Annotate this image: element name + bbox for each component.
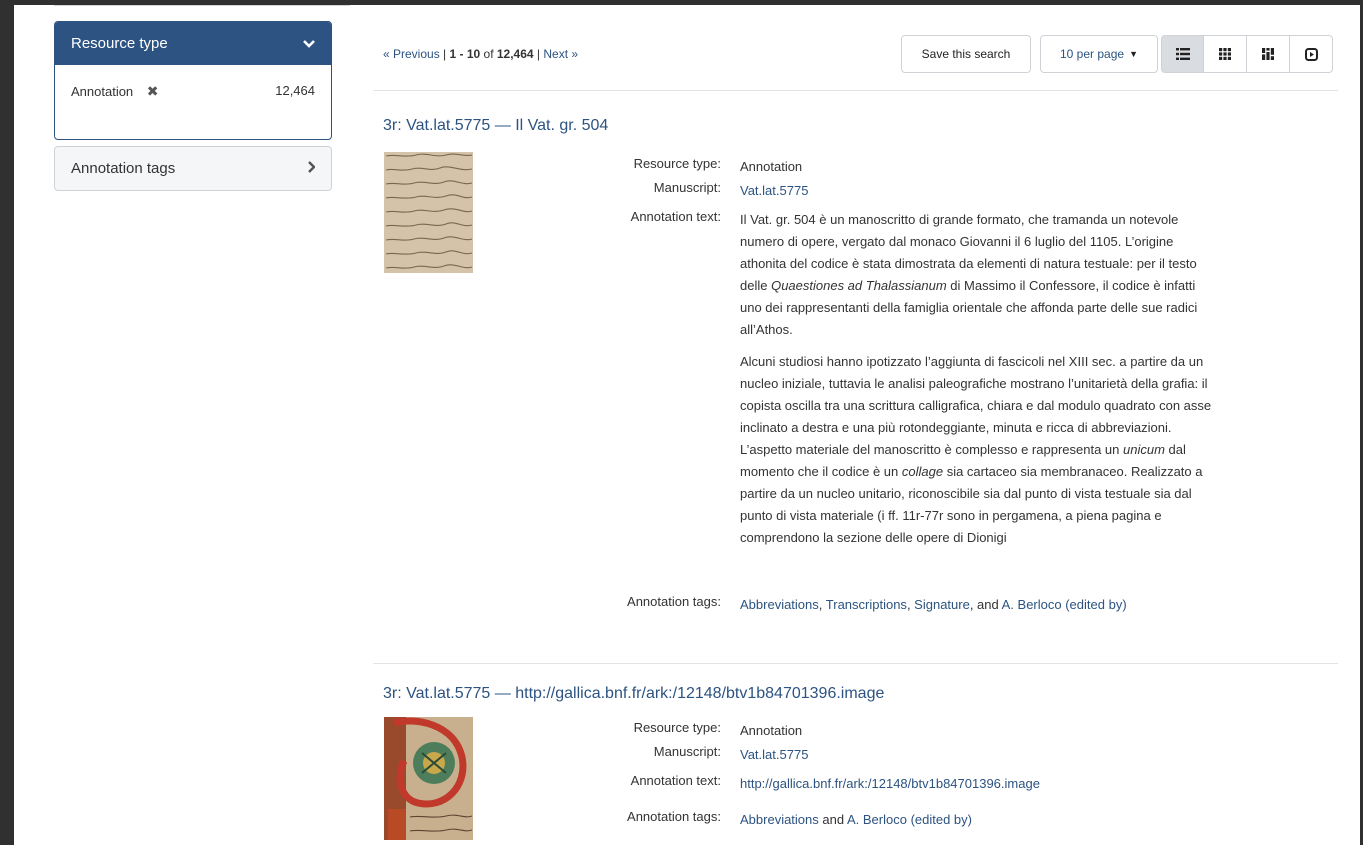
- annotation-text-emphasis: unicum: [1123, 442, 1165, 457]
- label-resource-type: Resource type:: [633, 156, 721, 171]
- window-frame-left: [0, 0, 14, 845]
- facet-item-label: Annotation: [71, 84, 134, 99]
- list-view-button[interactable]: [1161, 35, 1204, 73]
- result-metadata: Resource type: Annotation Manuscript: Va…: [373, 156, 1253, 616]
- label-resource-type: Resource type:: [633, 720, 721, 735]
- facet-annotation-tags: Annotation tags: [54, 146, 332, 191]
- total-count: 12,464: [496, 47, 534, 61]
- result-title-link[interactable]: 3r: Vat.lat.5775 — http://gallica.bnf.fr…: [383, 685, 884, 703]
- facet-item-count: 12,464: [275, 83, 315, 98]
- masonry-view-button[interactable]: [1247, 35, 1290, 73]
- label-manuscript: Manuscript:: [653, 744, 721, 759]
- pager-separator: |: [439, 47, 450, 61]
- slideshow-view-button[interactable]: [1290, 35, 1333, 73]
- remove-filter-icon[interactable]: ✖: [147, 83, 159, 99]
- result-metadata: Resource type: Annotation Manuscript: Va…: [373, 720, 1253, 831]
- tag-link[interactable]: A. Berloco (edited by): [1002, 597, 1127, 612]
- facet-resource-type-title: Resource type: [71, 35, 168, 52]
- facet-resource-type-item: Annotation ✖ 12,464: [55, 65, 331, 100]
- result-title-link[interactable]: 3r: Vat.lat.5775 — Il Vat. gr. 504: [383, 117, 608, 135]
- label-annotation-text: Annotation text:: [630, 209, 721, 224]
- tag-separator: and: [818, 812, 847, 827]
- label-annotation-tags: Annotation tags:: [627, 594, 721, 609]
- facet-annotation-tags-toggle[interactable]: Annotation tags: [55, 147, 331, 190]
- annotation-text-emphasis: collage: [901, 464, 944, 479]
- facet-annotation-tags-title: Annotation tags: [71, 160, 176, 177]
- value-annotation-tags: Abbreviations and A. Berloco (edited by): [740, 809, 1220, 831]
- slideshow-icon: [1304, 47, 1318, 61]
- facet-resource-type: Resource type Annotation ✖ 12,464: [54, 21, 332, 140]
- toolbar-divider: [373, 90, 1338, 91]
- masonry-icon: [1262, 48, 1274, 60]
- annotation-text-emphasis: Quaestiones ad Thalassianum: [771, 278, 947, 293]
- pager-of: of: [480, 47, 497, 61]
- pagination: « Previous | 1 - 10 of 12,464 | Next »: [383, 47, 578, 61]
- page-range: 1 - 10: [449, 47, 481, 61]
- result-divider: [373, 663, 1338, 664]
- tag-separator: ,: [818, 597, 826, 612]
- facet-resource-type-toggle[interactable]: Resource type: [55, 22, 331, 65]
- caret-down-icon: ▼: [1129, 49, 1138, 59]
- value-annotation-text: Il Vat. gr. 504 è un manoscritto di gran…: [740, 209, 1220, 594]
- tag-link[interactable]: Abbreviations: [740, 812, 819, 827]
- value-resource-type: Annotation: [740, 159, 803, 174]
- tag-link[interactable]: A. Berloco (edited by): [847, 812, 972, 827]
- value-annotation-tags: Abbreviations, Transcriptions, Signature…: [740, 594, 1220, 616]
- next-page-link[interactable]: Next »: [543, 47, 578, 61]
- chevron-down-icon: [303, 35, 315, 52]
- grid-icon: [1219, 48, 1231, 60]
- chevron-right-icon: [307, 160, 316, 177]
- per-page-dropdown[interactable]: 10 per page ▼: [1040, 35, 1158, 73]
- previous-page-link[interactable]: « Previous: [383, 47, 440, 61]
- tag-link[interactable]: Abbreviations: [740, 597, 819, 612]
- pager-separator: |: [533, 47, 544, 61]
- label-annotation-text: Annotation text:: [630, 773, 721, 788]
- tag-link[interactable]: Transcriptions: [826, 597, 907, 612]
- annotation-text-link[interactable]: http://gallica.bnf.fr/ark:/12148/btv1b84…: [740, 776, 1040, 791]
- manuscript-link[interactable]: Vat.lat.5775: [740, 747, 808, 762]
- per-page-label: 10 per page: [1060, 47, 1125, 61]
- tag-separator: , and: [969, 597, 1002, 612]
- sidebar-top-divider: [54, 5, 350, 6]
- gallery-view-button[interactable]: [1204, 35, 1247, 73]
- manuscript-link[interactable]: Vat.lat.5775: [740, 183, 808, 198]
- list-icon: [1175, 48, 1190, 60]
- label-manuscript: Manuscript:: [653, 180, 721, 195]
- label-annotation-tags: Annotation tags:: [627, 809, 721, 824]
- save-search-button[interactable]: Save this search: [901, 35, 1031, 73]
- tag-link[interactable]: Signature: [914, 597, 970, 612]
- value-resource-type: Annotation: [740, 723, 803, 738]
